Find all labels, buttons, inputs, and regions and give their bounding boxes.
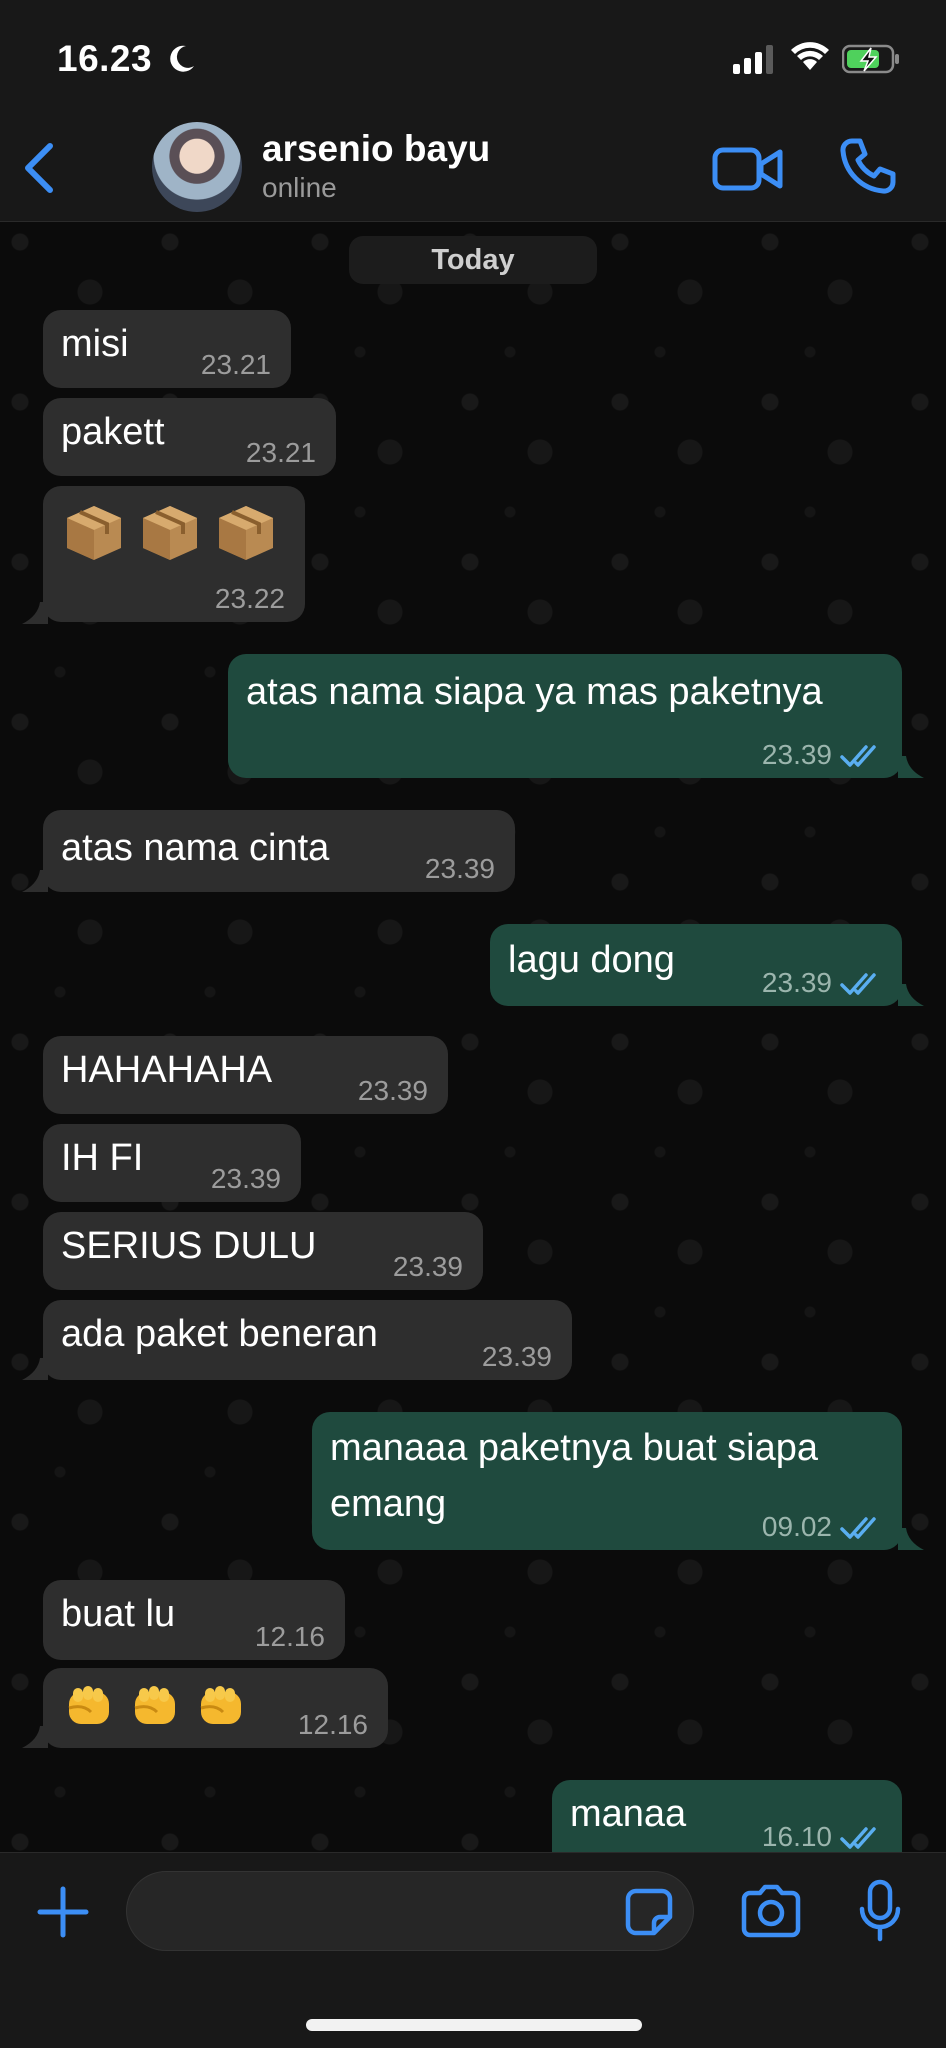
chat-header: arsenio bayu online bbox=[0, 112, 946, 222]
video-call-icon[interactable] bbox=[712, 140, 784, 196]
date-separator: Today bbox=[349, 236, 597, 284]
message-input[interactable] bbox=[126, 1871, 694, 1951]
package-icon bbox=[219, 506, 273, 560]
message-outgoing[interactable]: atas nama siapa ya mas paketnya 23.39 bbox=[228, 654, 902, 778]
contact-avatar[interactable] bbox=[152, 122, 242, 212]
read-ticks-icon bbox=[840, 1827, 876, 1849]
wifi-icon bbox=[791, 42, 829, 70]
message-text: IH FI bbox=[61, 1137, 144, 1179]
status-time: 16.23 bbox=[57, 38, 153, 79]
message-incoming[interactable]: SERIUS DULU 23.39 bbox=[43, 1212, 483, 1290]
bubble-tail bbox=[22, 602, 48, 624]
message-time: 23.39 bbox=[210, 1163, 281, 1194]
bubble-tail bbox=[22, 1726, 48, 1748]
phone-call-icon[interactable] bbox=[838, 136, 898, 196]
read-ticks-icon bbox=[840, 745, 876, 767]
fist-icon bbox=[134, 1686, 175, 1724]
signal-icon bbox=[733, 45, 773, 74]
bubble-tail bbox=[898, 1528, 924, 1550]
message-time: 09.02 bbox=[761, 1511, 832, 1542]
plus-icon[interactable] bbox=[36, 1885, 90, 1939]
message-incoming[interactable]: misi 23.21 bbox=[43, 310, 291, 388]
moon-icon bbox=[170, 45, 194, 72]
message-outgoing[interactable]: lagu dong 23.39 bbox=[490, 924, 902, 1006]
fist-icon bbox=[200, 1686, 241, 1724]
message-incoming[interactable]: buat lu 12.16 bbox=[43, 1580, 345, 1660]
message-time: 12.16 bbox=[254, 1621, 325, 1652]
message-text: lagu dong bbox=[508, 939, 675, 981]
microphone-icon[interactable] bbox=[858, 1879, 902, 1943]
composer-bar bbox=[0, 1852, 946, 2048]
fist-icon bbox=[68, 1686, 109, 1724]
message-text: pakett bbox=[61, 411, 165, 453]
message-outgoing[interactable]: manaa 16.10 bbox=[552, 1780, 902, 1852]
camera-icon[interactable] bbox=[740, 1883, 802, 1939]
message-time: 23.39 bbox=[357, 1075, 428, 1106]
message-time: 23.21 bbox=[200, 349, 271, 380]
message-text: SERIUS DULU bbox=[61, 1225, 317, 1267]
message-text: atas nama cinta bbox=[61, 827, 330, 869]
message-time: 23.39 bbox=[481, 1341, 552, 1372]
bubble-tail bbox=[22, 870, 48, 892]
message-time: 23.39 bbox=[392, 1251, 463, 1282]
message-time: 23.21 bbox=[245, 437, 316, 468]
read-ticks-icon bbox=[840, 973, 876, 995]
message-time: 23.39 bbox=[761, 967, 832, 998]
message-time: 23.39 bbox=[424, 853, 495, 884]
message-incoming[interactable]: IH FI 23.39 bbox=[43, 1124, 301, 1202]
message-outgoing[interactable]: manaaa paketnya buat siapa emang 09.02 bbox=[312, 1412, 902, 1550]
package-icon bbox=[143, 506, 197, 560]
sticker-icon[interactable] bbox=[624, 1887, 674, 1937]
message-incoming[interactable]: ada paket beneran 23.39 bbox=[43, 1300, 572, 1380]
message-incoming[interactable]: HAHAHAHA 23.39 bbox=[43, 1036, 448, 1114]
contact-name[interactable]: arsenio bayu bbox=[262, 128, 490, 170]
message-text: manaaa paketnya buat siapa bbox=[330, 1427, 819, 1469]
message-time: 12.16 bbox=[297, 1709, 368, 1740]
message-text: 📦📦📦 bbox=[61, 492, 287, 566]
message-incoming[interactable]: atas nama cinta 23.39 bbox=[43, 810, 515, 892]
message-incoming[interactable]: 👊👊👊 12.16 bbox=[43, 1668, 388, 1748]
package-icon bbox=[67, 506, 121, 560]
message-incoming[interactable]: 📦📦📦 23.22 bbox=[43, 486, 305, 622]
status-bar: 16.23 bbox=[0, 0, 946, 112]
contact-status: online bbox=[262, 172, 337, 203]
message-time: 23.22 bbox=[214, 583, 285, 614]
message-text: atas nama siapa ya mas paketnya bbox=[246, 671, 823, 713]
message-text: misi bbox=[61, 323, 129, 365]
message-time: 16.10 bbox=[761, 1821, 832, 1852]
message-text: buat lu bbox=[61, 1593, 176, 1635]
battery-charging-icon bbox=[842, 44, 899, 74]
message-incoming[interactable]: pakett 23.21 bbox=[43, 398, 336, 476]
bubble-tail bbox=[22, 1358, 48, 1380]
bubble-tail bbox=[898, 984, 924, 1006]
message-text: ada paket beneran bbox=[61, 1313, 378, 1355]
read-ticks-icon bbox=[840, 1517, 876, 1539]
message-text: HAHAHAHA bbox=[61, 1049, 273, 1091]
home-indicator bbox=[306, 2019, 642, 2031]
bubble-tail bbox=[898, 756, 924, 778]
back-chevron-icon[interactable] bbox=[18, 140, 62, 196]
message-time: 23.39 bbox=[761, 739, 832, 770]
message-list[interactable]: Today misi 23.21 pakett 23.21 📦📦📦 bbox=[0, 222, 946, 1852]
message-text: manaa bbox=[570, 1793, 687, 1835]
